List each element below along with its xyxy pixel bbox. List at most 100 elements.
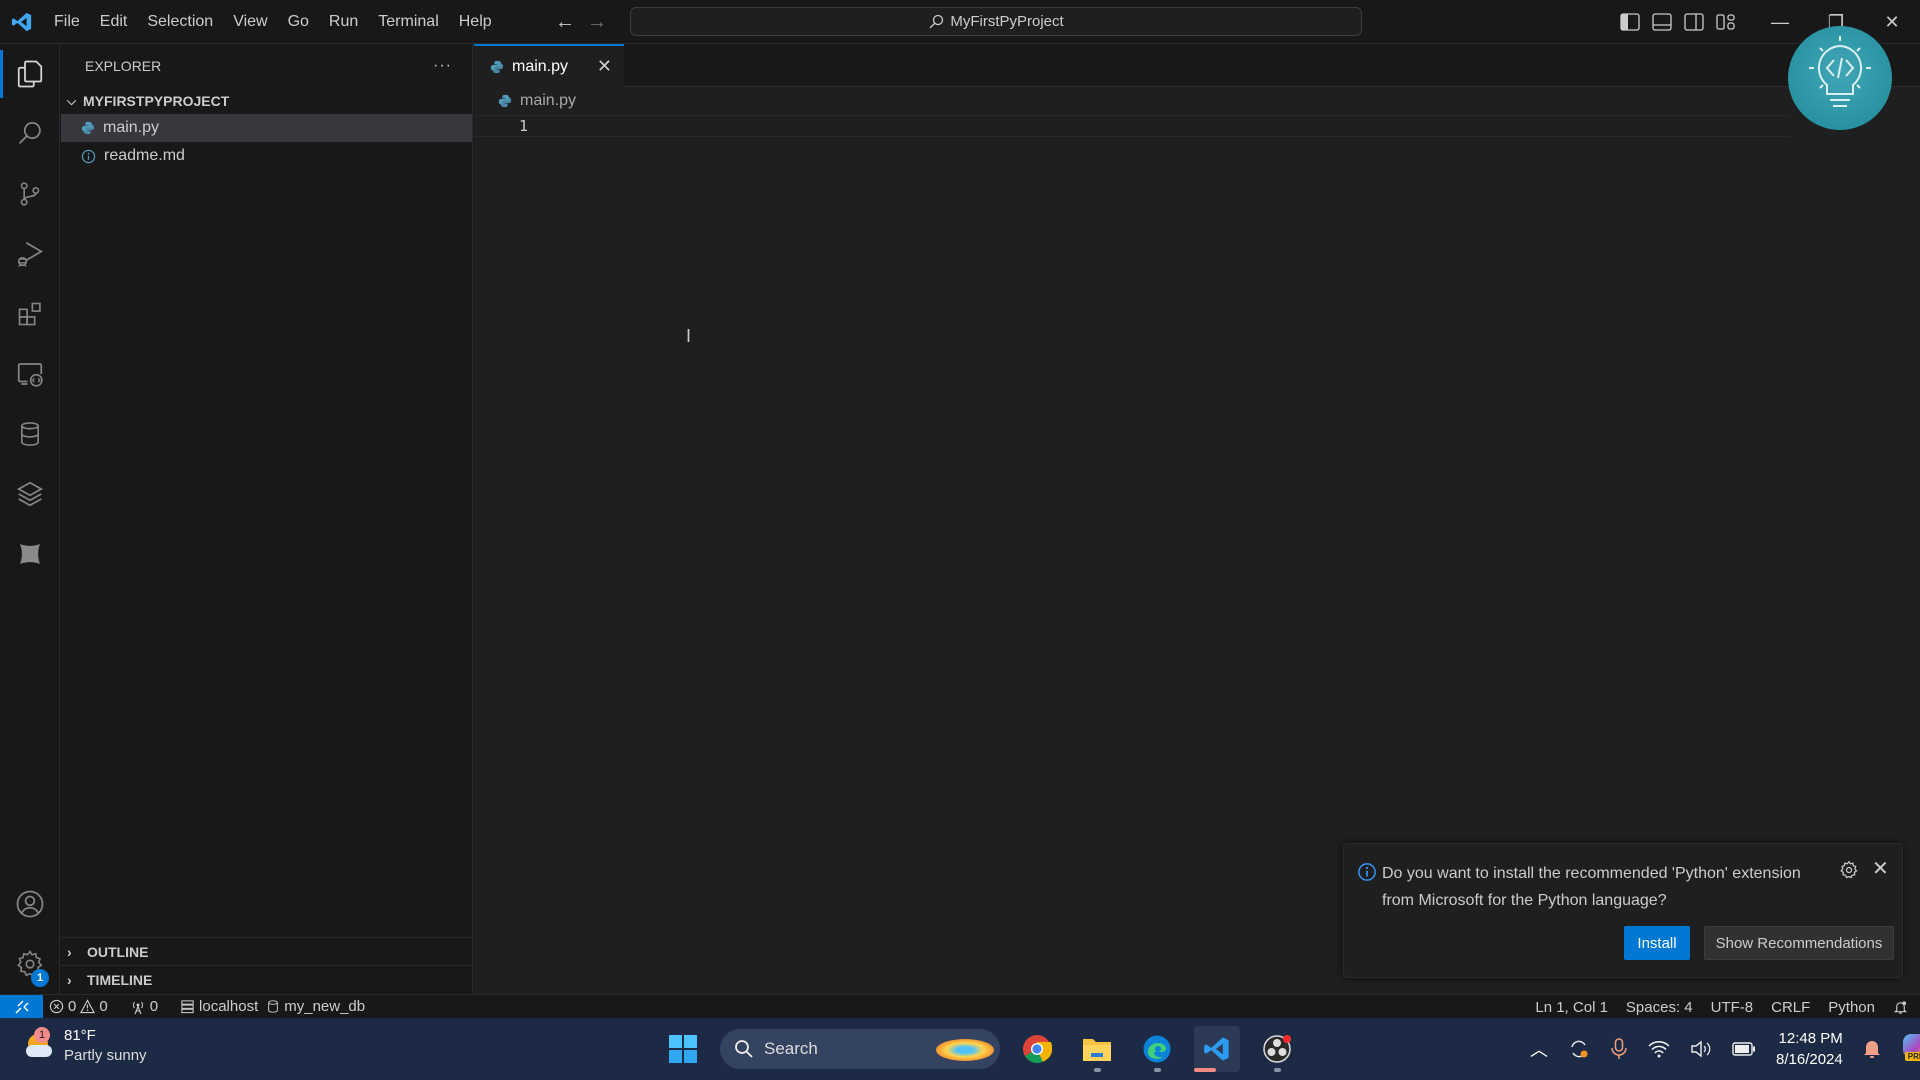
search-icon [929, 14, 944, 28]
menu-edit[interactable]: Edit [90, 0, 138, 44]
windows-taskbar: 1 81°F Partly sunny Search ︿ 12:48 PM 8/… [0, 1018, 1920, 1080]
ports-indicator[interactable]: 0 [124, 998, 164, 1015]
file-explorer-icon[interactable] [1074, 1026, 1120, 1072]
menu-view[interactable]: View [223, 0, 277, 44]
notifications-bell-icon[interactable] [1884, 1000, 1920, 1015]
extensions-icon[interactable] [0, 284, 60, 344]
taskbar-search[interactable]: Search [720, 1029, 1000, 1069]
running-indicator [1273, 1068, 1281, 1072]
search-highlight-icon [936, 1039, 994, 1061]
database-icon [268, 1000, 279, 1013]
remote-explorer-icon[interactable] [0, 344, 60, 404]
remote-indicator-icon[interactable] [0, 994, 43, 1019]
line-number: 1 [518, 117, 528, 135]
tab-main-py[interactable]: main.py ✕ [474, 44, 624, 87]
info-icon [81, 149, 96, 163]
windows-logo-icon [669, 1035, 697, 1063]
weather-badge: 1 [34, 1027, 50, 1043]
menu-run[interactable]: Run [319, 0, 368, 44]
breadcrumb-file[interactable]: main.py [520, 92, 576, 110]
db-connection[interactable]: localhost my_new_db [174, 998, 371, 1015]
battery-icon[interactable] [1732, 1042, 1756, 1056]
search-icon[interactable] [0, 104, 60, 164]
arrow-right-icon[interactable]: → [587, 11, 607, 34]
timeline-section[interactable]: › TIMELINE [61, 965, 473, 993]
weather-desc: Partly sunny [64, 1047, 147, 1064]
manage-gear-icon[interactable]: 1 [0, 934, 60, 994]
error-count: 0 [68, 998, 77, 1015]
close-notification-icon[interactable]: ✕ [1872, 856, 1889, 881]
show-recommendations-button[interactable]: Show Recommendations [1704, 926, 1894, 960]
menu-file[interactable]: File [44, 0, 90, 44]
menu-selection[interactable]: Selection [137, 0, 223, 44]
copilot-pre-label: PRE [1904, 1052, 1920, 1061]
chevron-right-icon: › [67, 971, 72, 988]
more-actions-icon[interactable]: ··· [433, 57, 452, 75]
gear-icon[interactable] [1839, 860, 1859, 880]
manage-badge: 1 [31, 969, 49, 987]
system-tray: ︿ 12:48 PM 8/16/2024 PRE [1520, 1018, 1920, 1080]
toggle-primary-sidebar-icon[interactable] [1620, 13, 1640, 31]
cursor-position[interactable]: Ln 1, Col 1 [1526, 999, 1617, 1016]
menu-terminal[interactable]: Terminal [368, 0, 448, 44]
microphone-icon[interactable] [1610, 1038, 1628, 1060]
layers-icon[interactable] [0, 464, 60, 524]
file-main-py[interactable]: main.py [61, 114, 472, 142]
clock[interactable]: 12:48 PM 8/16/2024 [1776, 1028, 1843, 1070]
info-icon [1358, 863, 1376, 881]
arrow-left-icon[interactable]: ← [555, 11, 575, 34]
toggle-secondary-sidebar-icon[interactable] [1684, 13, 1704, 31]
account-icon[interactable] [0, 874, 60, 934]
project-name: MYFIRSTPYPROJECT [83, 93, 230, 109]
search-icon [735, 1040, 753, 1058]
chevron-up-icon[interactable]: ︿ [1530, 1036, 1548, 1062]
volume-icon[interactable] [1690, 1040, 1712, 1058]
indentation[interactable]: Spaces: 4 [1617, 999, 1702, 1016]
run-debug-icon[interactable] [0, 224, 60, 284]
weather-widget[interactable]: 1 81°F Partly sunny [24, 1026, 147, 1066]
tab-label: main.py [512, 57, 569, 75]
command-center[interactable]: MyFirstPyProject [630, 7, 1362, 36]
chevron-down-icon: ⌵ [67, 93, 77, 108]
customize-layout-icon[interactable] [1716, 13, 1736, 31]
file-readme-md[interactable]: readme.md [61, 142, 472, 170]
line-ending[interactable]: CRLF [1762, 999, 1819, 1016]
menu-bar: File Edit Selection View Go Run Terminal… [44, 0, 502, 44]
start-button[interactable] [660, 1026, 706, 1072]
code-lightbulb-icon[interactable] [1788, 26, 1892, 130]
edge-icon[interactable] [1134, 1026, 1180, 1072]
python-icon [81, 121, 95, 135]
wifi-icon[interactable] [1648, 1040, 1670, 1058]
database-icon[interactable] [0, 404, 60, 464]
source-control-icon[interactable] [0, 164, 60, 224]
x-icon[interactable] [0, 524, 60, 584]
toggle-panel-icon[interactable] [1652, 13, 1672, 31]
warning-icon [80, 999, 96, 1014]
activity-bar: 1 [0, 44, 60, 994]
menu-help[interactable]: Help [449, 0, 502, 44]
notification-bell-icon[interactable] [1863, 1039, 1881, 1059]
outline-section[interactable]: › OUTLINE [61, 937, 473, 965]
copilot-icon[interactable]: PRE [1901, 1034, 1920, 1064]
file-name: main.py [103, 119, 160, 136]
obs-icon[interactable] [1254, 1026, 1300, 1072]
install-button[interactable]: Install [1624, 926, 1690, 960]
chevron-right-icon: › [67, 943, 72, 960]
broadcast-icon [132, 1001, 143, 1014]
python-icon [498, 94, 512, 108]
encoding[interactable]: UTF-8 [1702, 999, 1763, 1016]
language-mode[interactable]: Python [1819, 999, 1884, 1016]
close-tab-icon[interactable]: ✕ [597, 56, 612, 77]
files-icon[interactable] [0, 44, 60, 104]
file-name: readme.md [104, 147, 185, 164]
code-line[interactable]: 1 [474, 115, 1790, 137]
menu-go[interactable]: Go [278, 0, 319, 44]
sync-icon[interactable] [1568, 1038, 1590, 1060]
problems-indicator[interactable]: 0 0 [43, 998, 114, 1015]
vscode-taskbar-icon[interactable] [1194, 1026, 1240, 1072]
db-label: my_new_db [284, 998, 366, 1015]
project-folder[interactable]: ⌵ MYFIRSTPYPROJECT [61, 88, 472, 114]
server-icon [181, 1000, 194, 1014]
warning-count: 0 [99, 998, 108, 1015]
chrome-icon[interactable] [1014, 1026, 1060, 1072]
